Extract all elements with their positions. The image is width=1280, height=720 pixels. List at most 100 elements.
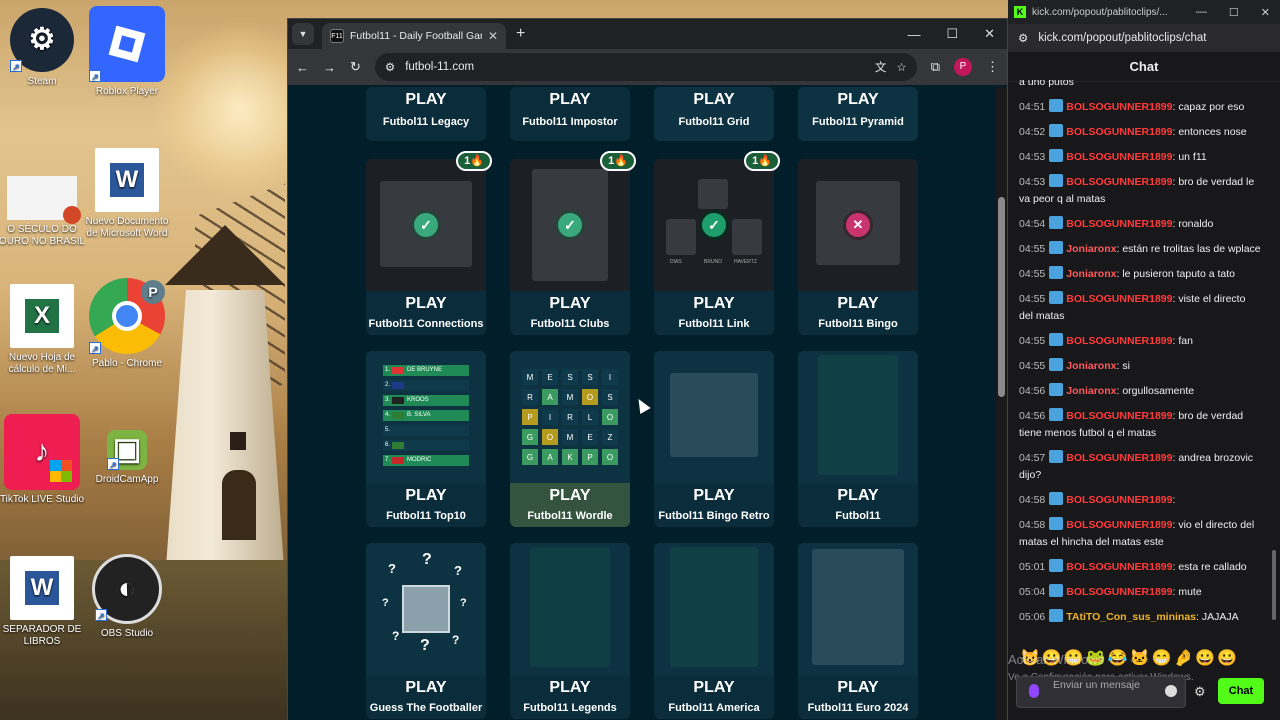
chrome-icon: P ↗	[89, 278, 165, 354]
new-tab-button[interactable]: +	[516, 25, 525, 43]
page-scrollbar[interactable]	[996, 87, 1007, 720]
activate-windows-watermark: Activar Windows	[1008, 652, 1105, 667]
close-window-icon[interactable]: ✕	[1261, 6, 1270, 19]
tab-strip: ▼ F11 Futbol11 - Daily Football Game ✕ +…	[288, 19, 1007, 49]
desktop-icon-roblox[interactable]: ↗ Roblox Player	[82, 6, 172, 98]
game-card-guess-footballer[interactable]: ? ? ? ? ? ? ? ? PLAY Guess The Footballe…	[366, 543, 486, 719]
message-username[interactable]: Joniaronx	[1066, 385, 1116, 397]
game-card-grid[interactable]: PLAY Futbol11 Grid	[654, 87, 774, 141]
site-info-icon[interactable]: ⚙	[385, 60, 395, 74]
message-username[interactable]: BOLSOGUNNER1899	[1066, 101, 1172, 113]
message-username[interactable]: BOLSOGUNNER1899	[1066, 494, 1172, 506]
user-badge-icon	[1049, 584, 1064, 597]
wordle-preview: MESSIRAMOSPIRLOGOMEZGAKPO	[510, 351, 630, 483]
tab-search-button[interactable]: ▼	[292, 23, 314, 45]
user-badge-icon	[1049, 149, 1064, 162]
menu-kebab-icon[interactable]: ⋮	[986, 59, 999, 75]
message-username[interactable]: Joniaronx	[1066, 360, 1116, 372]
message-time: 04:55	[1019, 335, 1046, 347]
wordle-tile: M	[562, 429, 578, 445]
game-card-clubs[interactable]: ✓ PLAY Futbol11 Clubs	[510, 159, 630, 335]
message-username[interactable]: BOLSOGUNNER1899	[1066, 561, 1172, 573]
reload-icon[interactable]: ↻	[350, 59, 361, 75]
game-card-america[interactable]: PLAY Futbol11 America	[654, 543, 774, 719]
obs-icon: ◐ ↗	[92, 554, 162, 624]
back-icon[interactable]: ←	[296, 60, 309, 75]
desktop-icon-ppt-file[interactable]: O SÉCULO DO OURO NO BRASIL	[0, 176, 87, 248]
chat-scrollbar-thumb[interactable]	[1272, 550, 1276, 620]
game-card-bingo-retro[interactable]: PLAY Futbol11 Bingo Retro	[654, 351, 774, 527]
message-username[interactable]: BOLSOGUNNER1899	[1066, 519, 1172, 531]
message-username[interactable]: BOLSOGUNNER1899	[1066, 151, 1172, 163]
game-card-euro-2024[interactable]: PLAY Futbol11 Euro 2024	[798, 543, 918, 719]
desktop-icon-excel[interactable]: X Nuevo Hoja de cálculo de Mi...	[0, 284, 87, 376]
droidcam-icon: ▣ ↗	[107, 430, 147, 470]
game-card-legacy[interactable]: PLAY Futbol11 Legacy	[366, 87, 486, 141]
message-username[interactable]: TAtiTO_Con_sus_mininas	[1066, 611, 1196, 623]
gear-icon[interactable]: ⚙	[1194, 684, 1206, 700]
message-username[interactable]: BOLSOGUNNER1899	[1066, 176, 1172, 188]
game-card-top10[interactable]: 1. DE BRUYNE 2. 3. KROOS 4. B. SILVA 5. 6. …	[366, 351, 486, 527]
message-time: 04:56	[1019, 410, 1046, 422]
message-username[interactable]: BOLSOGUNNER1899	[1066, 586, 1172, 598]
wordle-tile: G	[522, 429, 538, 445]
scrollbar-thumb[interactable]	[998, 197, 1005, 397]
chat-scrollbar[interactable]	[1272, 80, 1278, 640]
maximize-icon[interactable]: ☐	[1229, 6, 1239, 19]
wordle-tile: G	[522, 449, 538, 465]
message-username[interactable]: BOLSOGUNNER1899	[1066, 452, 1172, 464]
message-username[interactable]: BOLSOGUNNER1899	[1066, 126, 1172, 138]
address-bar[interactable]: ⚙ futbol-11.com 文 ☆	[374, 53, 917, 81]
tab-futbol11[interactable]: F11 Futbol11 - Daily Football Game ✕	[322, 23, 506, 49]
desktop-icon-word-doc[interactable]: W Nuevo Documento de Microsoft Word	[82, 148, 172, 240]
wordle-tile: P	[582, 449, 598, 465]
extensions-icon[interactable]: ⧉	[931, 59, 940, 75]
forward-icon[interactable]: →	[323, 60, 336, 75]
game-card-pyramid[interactable]: PLAY Futbol11 Pyramid	[798, 87, 918, 141]
profile-avatar[interactable]: P	[954, 58, 972, 76]
chat-message: a uno putos	[1019, 80, 1074, 88]
message-username[interactable]: Joniaronx	[1066, 268, 1116, 280]
translate-icon[interactable]: 文	[875, 59, 887, 75]
message-text: le pusieron taputo a tato	[1122, 268, 1235, 280]
game-card-legends[interactable]: PLAY Futbol11 Legends	[510, 543, 630, 719]
chat-message: 04:58 BOLSOGUNNER1899: vio el directo del…	[1019, 517, 1262, 551]
close-tab-icon[interactable]: ✕	[488, 29, 498, 43]
desktop-icon-word-separador[interactable]: W SEPARADOR DE LIBROS	[0, 556, 87, 648]
desktop-icon-droidcam[interactable]: ▣ ↗ DroidCamApp	[82, 430, 172, 486]
game-card-impostor[interactable]: PLAY Futbol11 Impostor	[510, 87, 630, 141]
chat-address-bar[interactable]: ⚙ kick.com/popout/pablitoclips/chat	[1008, 24, 1280, 52]
message-username[interactable]: BOLSOGUNNER1899	[1066, 218, 1172, 230]
message-username[interactable]: BOLSOGUNNER1899	[1066, 410, 1172, 422]
desktop-icon-steam[interactable]: ⚙ ↗ Steam	[0, 8, 87, 88]
user-badge-icon	[1049, 517, 1064, 530]
close-window-icon[interactable]: ✕	[984, 26, 995, 42]
bookmark-star-icon[interactable]: ☆	[896, 60, 906, 74]
desktop-icon-chrome[interactable]: P ↗ Pablo - Chrome	[82, 278, 172, 370]
message-time: 04:53	[1019, 176, 1046, 188]
maximize-icon[interactable]: ☐	[946, 26, 958, 42]
message-colon: :	[1172, 494, 1176, 506]
game-card-bingo[interactable]: ✕ PLAY Futbol11 Bingo	[798, 159, 918, 335]
emoji-icon[interactable]	[1165, 685, 1177, 697]
site-info-icon[interactable]: ⚙	[1018, 31, 1028, 45]
game-card-connections[interactable]: ✓ PLAY Futbol11 Connections	[366, 159, 486, 335]
game-card-wordle[interactable]: MESSIRAMOSPIRLOGOMEZGAKPO PLAY Futbol11 …	[510, 351, 630, 527]
mic-icon[interactable]	[1029, 684, 1039, 698]
steam-icon: ⚙ ↗	[10, 8, 74, 72]
desktop-icon-obs[interactable]: ◐ ↗ OBS Studio	[82, 554, 172, 640]
game-card-futbol11[interactable]: PLAY Futbol11	[798, 351, 918, 527]
desktop-icon-tiktok[interactable]: ♪ TikTok LIVE Studio	[0, 414, 87, 506]
chat-input[interactable]: Enviar un mensaje	[1016, 676, 1186, 708]
minimize-icon[interactable]: —	[907, 27, 920, 42]
link-preview: ✓ DIAS BRUNO HAVERTZ	[654, 159, 774, 291]
wordle-tile: M	[522, 369, 538, 385]
send-chat-button[interactable]: Chat	[1218, 678, 1264, 704]
message-username[interactable]: BOLSOGUNNER1899	[1066, 293, 1172, 305]
message-username[interactable]: Joniaronx	[1066, 243, 1116, 255]
message-username[interactable]: BOLSOGUNNER1899	[1066, 335, 1172, 347]
user-badge-icon	[1049, 216, 1064, 229]
bingo-preview: ✕	[798, 159, 918, 291]
game-card-link[interactable]: ✓ DIAS BRUNO HAVERTZ PLAY Futbol11 Link	[654, 159, 774, 335]
minimize-icon[interactable]: —	[1196, 6, 1207, 19]
